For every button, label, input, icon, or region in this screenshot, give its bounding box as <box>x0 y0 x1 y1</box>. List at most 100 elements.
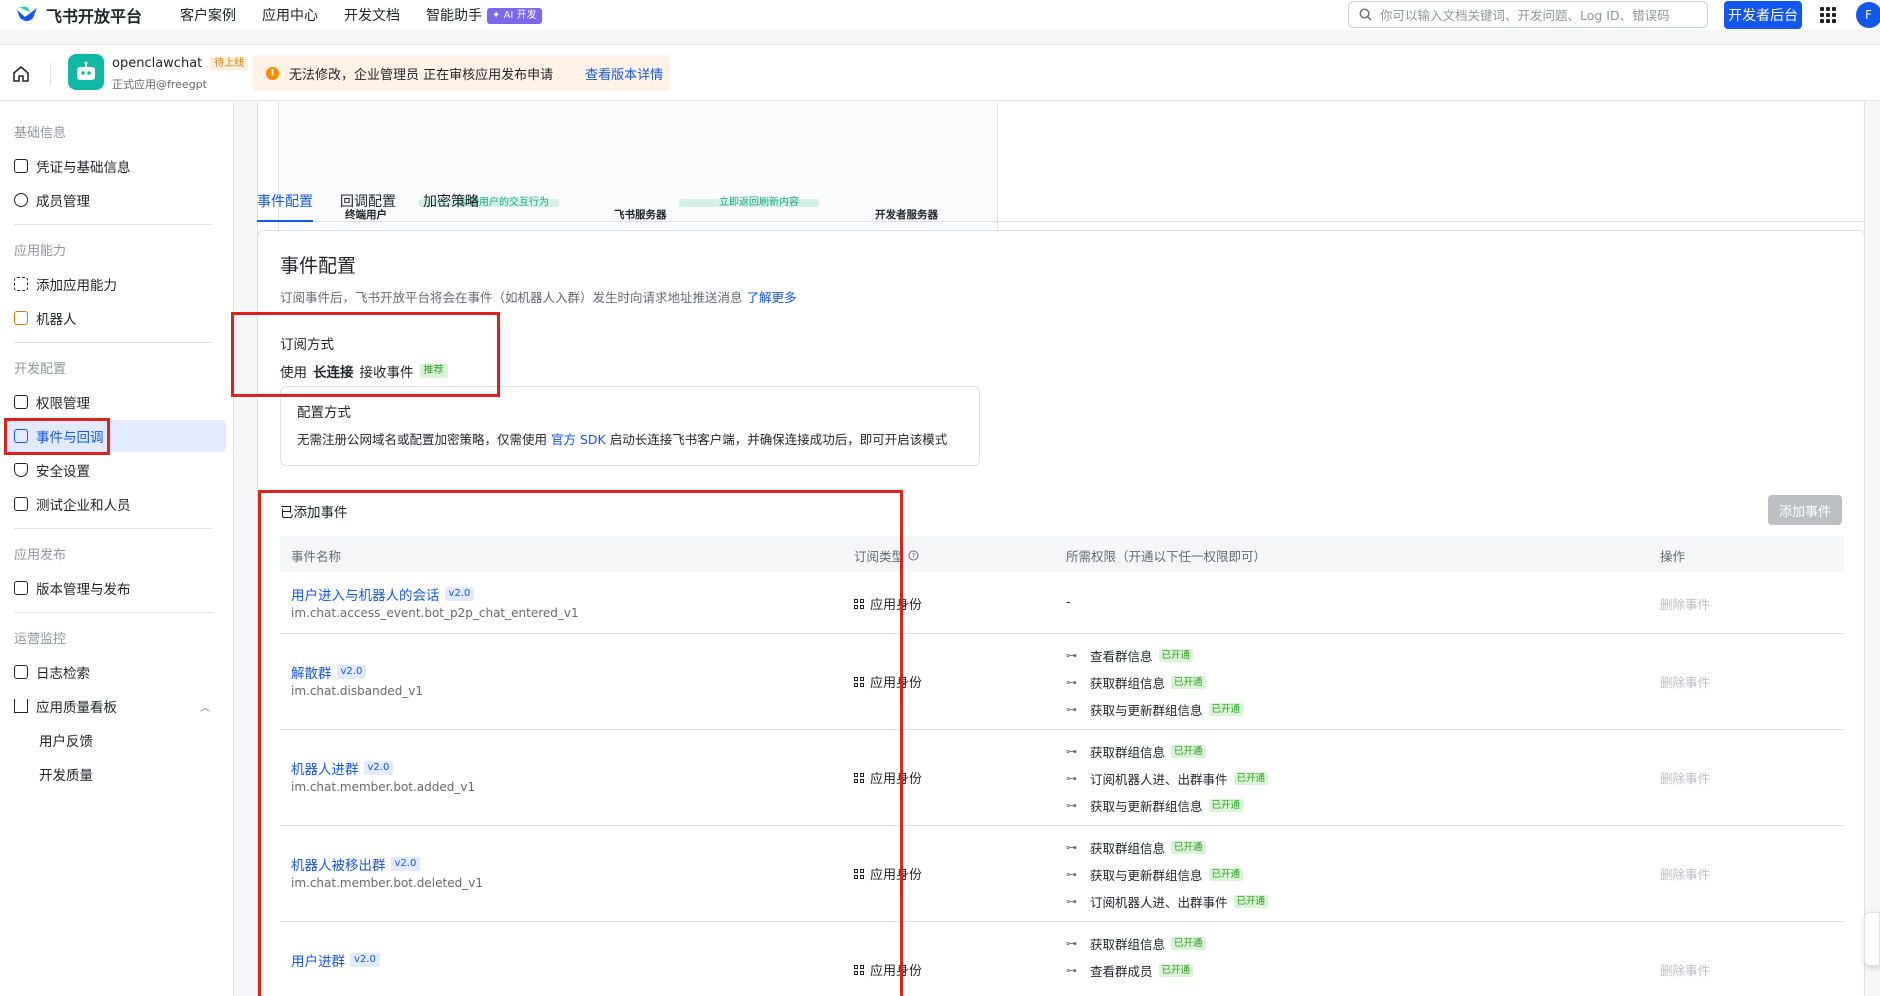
description-text: 订阅事件后，飞书开放平台将会在事件（如机器人入群）发生时向请求地址推送消息 <box>280 290 743 305</box>
sidebar-item-quality-dashboard[interactable]: 应用质量看板 ︿ <box>6 690 226 722</box>
sidebar-item-label: 凭证与基础信息 <box>36 160 131 176</box>
opened-badge: 已开通 <box>1233 895 1269 908</box>
sidebar-item-dev-quality[interactable]: 开发质量 <box>6 758 226 790</box>
divider <box>14 342 212 343</box>
tab-encryption[interactable]: 加密策略 <box>423 188 479 222</box>
sidebar-section-basic: 基础信息 <box>14 126 67 141</box>
side-collapse-tab[interactable] <box>1864 912 1880 966</box>
tab-callback-config[interactable]: 回调配置 <box>340 188 396 222</box>
sidebar-item-label: 测试企业和人员 <box>36 498 131 514</box>
app-name: openclawchat 待上线 <box>112 56 249 71</box>
delete-event-button[interactable]: 删除事件 <box>1660 960 1710 979</box>
key-icon: ⊶ <box>1066 772 1077 785</box>
permission-item: ⊶ 获取群组信息 已开通 <box>1066 934 1206 953</box>
sidebar-item-versions[interactable]: 版本管理与发布 <box>6 572 226 604</box>
lock-icon <box>14 395 28 409</box>
sidebar-section-monitoring: 运营监控 <box>14 632 67 647</box>
app-grid-icon[interactable] <box>1820 7 1836 23</box>
opened-badge: 已开通 <box>1171 745 1206 758</box>
delete-event-button[interactable]: 删除事件 <box>1660 864 1710 883</box>
sidebar-item-permissions[interactable]: 权限管理 <box>6 386 226 418</box>
permission-item: ⊶ 订阅机器人进、出群事件 已开通 <box>1066 769 1269 788</box>
sidebar-item-label: 版本管理与发布 <box>36 582 131 598</box>
dev-console-button[interactable]: 开发者后台 <box>1724 1 1802 29</box>
sidebar: 基础信息 凭证与基础信息 成员管理 应用能力 添加应用能力 机器人 开发配置 权… <box>0 102 234 996</box>
search-icon <box>1359 8 1372 21</box>
key-icon: ⊶ <box>1066 649 1077 662</box>
divider <box>14 612 212 613</box>
nav-dev-docs[interactable]: 开发文档 <box>344 5 400 25</box>
permission-label: 查看群成员 <box>1090 964 1153 979</box>
chevron-up-icon: ︿ <box>200 702 210 714</box>
sidebar-item-label: 开发质量 <box>39 768 93 784</box>
key-icon: ⊶ <box>1066 937 1077 950</box>
sidebar-item-test-tenants[interactable]: 测试企业和人员 <box>6 488 226 520</box>
app-robot-icon <box>68 54 104 90</box>
key-icon: ⊶ <box>1066 799 1077 812</box>
official-sdk-link[interactable]: 官方 SDK <box>551 432 606 447</box>
key-icon: ⊶ <box>1066 868 1077 881</box>
opened-badge: 已开通 <box>1171 937 1206 950</box>
home-icon[interactable] <box>12 65 30 83</box>
opened-badge: 已开通 <box>1208 703 1244 716</box>
no-permission: - <box>1066 594 1071 609</box>
sidebar-item-label: 添加应用能力 <box>36 278 117 294</box>
opened-badge: 已开通 <box>1158 964 1194 977</box>
sidebar-item-label: 应用质量看板 <box>36 700 117 716</box>
opened-badge: 已开通 <box>1233 772 1269 785</box>
sidebar-item-label: 用户反馈 <box>39 734 93 750</box>
config-mode-title: 配置方式 <box>297 405 351 421</box>
col-actions: 操作 <box>1660 549 1686 564</box>
permission-item: ⊶ 查看群成员 已开通 <box>1066 961 1194 980</box>
review-warning-banner: ! 无法修改，企业管理员 正在审核应用发布申请 查看版本详情 <box>252 55 670 91</box>
sidebar-item-label: 日志检索 <box>36 666 90 682</box>
sidebar-item-user-feedback[interactable]: 用户反馈 <box>6 724 226 756</box>
nav-ai-assistant-label: 智能助手 <box>426 8 483 24</box>
permission-item: ⊶ 查看群信息 已开通 <box>1066 646 1194 665</box>
sidebar-item-security[interactable]: 安全设置 <box>6 454 226 486</box>
permission-label: 获取与更新群组信息 <box>1090 868 1203 883</box>
sidebar-item-credentials[interactable]: 凭证与基础信息 <box>6 150 226 182</box>
key-icon: ⊶ <box>1066 703 1077 716</box>
section-title: 事件配置 <box>280 255 357 277</box>
permission-label: 订阅机器人进、出群事件 <box>1090 772 1228 787</box>
app-header: openclawchat 待上线 正式应用@freegpt ! 无法修改，企业管… <box>0 44 1880 101</box>
learn-more-link[interactable]: 了解更多 <box>747 290 797 305</box>
sidebar-item-label: 成员管理 <box>36 194 90 210</box>
delete-event-button[interactable]: 删除事件 <box>1660 672 1710 691</box>
sidebar-item-bot[interactable]: 机器人 <box>6 302 226 334</box>
log-search-icon <box>14 665 28 679</box>
search-placeholder: 你可以输入文档关键词、开发问题、Log ID、错误码 <box>1380 8 1670 23</box>
feishu-logo-icon <box>17 7 37 21</box>
nav-customer-cases[interactable]: 客户案例 <box>180 5 236 25</box>
config-mode-desc: 无需注册公网域名或配置加密策略，仅需使用 官方 SDK 启动长连接飞书客户端，并… <box>297 429 947 448</box>
sidebar-item-add-capability[interactable]: 添加应用能力 <box>6 268 226 300</box>
delete-event-button[interactable]: 删除事件 <box>1660 594 1710 613</box>
mode-desc-part: 启动长连接飞书客户端，并确保连接成功后，即可开启该模式 <box>609 432 948 447</box>
credentials-icon <box>14 159 28 173</box>
app-subtitle: 正式应用@freegpt <box>112 78 207 91</box>
logo-text: 飞书开放平台 <box>46 7 143 26</box>
nav-app-center[interactable]: 应用中心 <box>262 5 318 25</box>
avatar[interactable]: F <box>1856 2 1880 28</box>
sidebar-item-members[interactable]: 成员管理 <box>6 184 226 216</box>
add-event-button[interactable]: 添加事件 <box>1768 495 1842 525</box>
delete-event-button[interactable]: 删除事件 <box>1660 768 1710 787</box>
opened-badge: 已开通 <box>1171 841 1206 854</box>
feishu-logo[interactable]: 飞书开放平台 <box>16 3 142 27</box>
config-tabs: 事件配置 回调配置 加密策略 <box>257 188 1865 222</box>
nav-ai-assistant[interactable]: 智能助手 ✦ AI 开发 <box>426 5 542 25</box>
user-icon <box>14 193 28 207</box>
sidebar-section-capabilities: 应用能力 <box>14 244 67 259</box>
flow-diagram: 反馈用户的交互行为 立即返回刷新内容 终端用户 飞书服务器 开发者服务器 <box>278 102 998 245</box>
help-icon[interactable]: ? <box>908 550 919 561</box>
tab-event-config[interactable]: 事件配置 <box>257 188 313 222</box>
search-input[interactable]: 你可以输入文档关键词、开发问题、Log ID、错误码 <box>1348 1 1708 28</box>
sidebar-item-logs[interactable]: 日志检索 <box>6 656 226 688</box>
view-version-link[interactable]: 查看版本详情 <box>585 64 663 83</box>
divider <box>50 63 51 85</box>
permission-label: 获取群组信息 <box>1090 676 1166 691</box>
bar-chart-icon <box>14 699 28 713</box>
highlight-box-subscribe-method <box>231 312 500 397</box>
permission-item: ⊶ 订阅机器人进、出群事件 已开通 <box>1066 892 1269 911</box>
